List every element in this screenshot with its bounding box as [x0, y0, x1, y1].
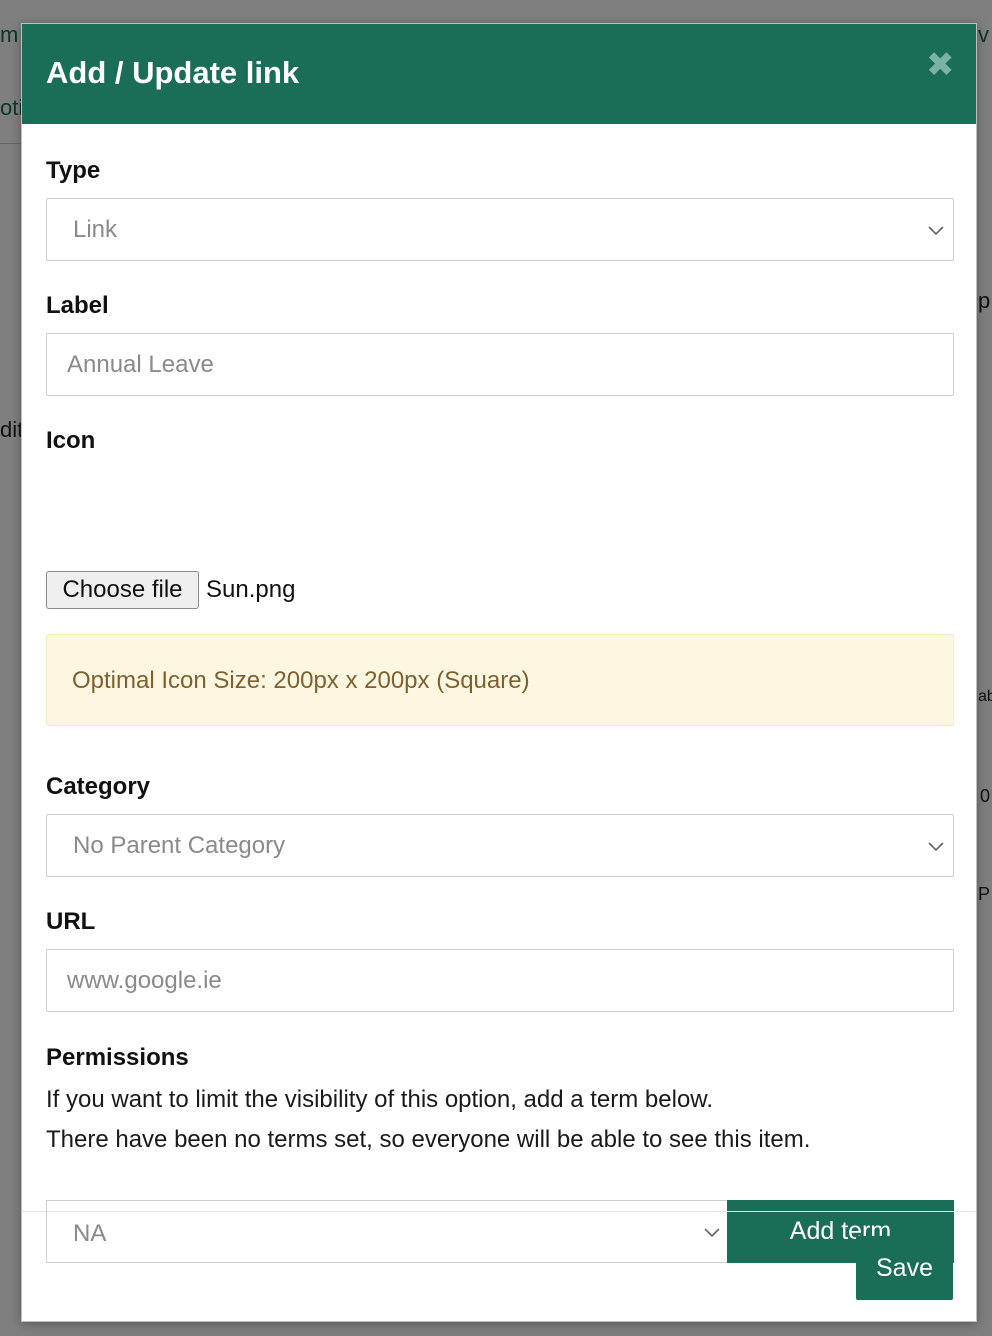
save-button[interactable]: Save	[856, 1236, 953, 1300]
url-label: URL	[46, 908, 96, 935]
chevron-down-icon	[927, 837, 945, 855]
icon-size-hint: Optimal Icon Size: 200px x 200px (Square…	[46, 634, 954, 726]
url-input-placeholder: www.google.ie	[67, 967, 222, 994]
close-icon[interactable]: ✖	[926, 48, 955, 82]
modal-footer: Save	[22, 1211, 976, 1322]
choose-file-button[interactable]: Choose file	[46, 571, 199, 609]
permissions-status-text: There have been no terms set, so everyon…	[46, 1126, 811, 1153]
modal-header: Add / Update link ✖	[22, 24, 976, 124]
category-label: Category	[46, 773, 151, 800]
label-input[interactable]: Annual Leave	[46, 333, 954, 396]
icon-label: Icon	[46, 427, 96, 454]
category-select-value: No Parent Category	[73, 832, 286, 859]
icon-size-hint-text: Optimal Icon Size: 200px x 200px (Square…	[72, 667, 530, 694]
type-label: Type	[46, 157, 101, 184]
chevron-down-icon	[927, 221, 945, 239]
url-input[interactable]: www.google.ie	[46, 949, 954, 1012]
type-select[interactable]: Link	[46, 198, 954, 261]
label-label: Label	[46, 292, 109, 319]
modal-title: Add / Update link	[46, 55, 300, 90]
label-input-placeholder: Annual Leave	[67, 351, 214, 378]
type-select-value: Link	[73, 216, 118, 243]
category-select[interactable]: No Parent Category	[46, 814, 954, 877]
permissions-help-text: If you want to limit the visibility of t…	[46, 1086, 713, 1113]
permissions-label: Permissions	[46, 1044, 189, 1071]
add-update-link-modal: Add / Update link ✖ Type Link Label Annu…	[21, 23, 977, 1322]
selected-file-name: Sun.png	[206, 576, 296, 603]
